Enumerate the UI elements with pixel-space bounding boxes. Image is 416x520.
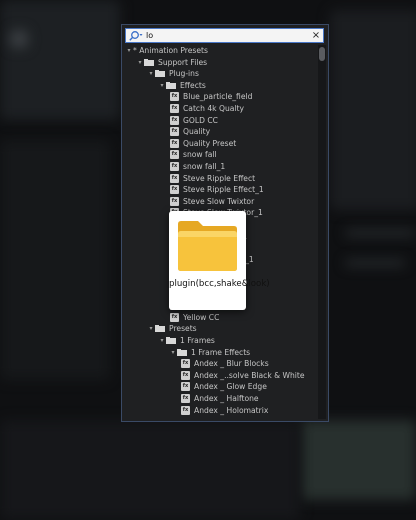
tree-folder[interactable]: ▾ Support Files (137, 57, 207, 68)
preset-item[interactable]: fx Catch 4k Qualty (170, 103, 244, 114)
effect-preset-icon: fx (170, 92, 179, 102)
preset-item[interactable]: fx snow fall (170, 149, 217, 160)
tree-item-label: Plug-ins (169, 69, 199, 79)
tree-item-label: Steve Ripple Effect_1 (183, 185, 264, 195)
tree-item-label: Steve Ripple Effect (183, 173, 256, 183)
tree-item-label: Support Files (158, 57, 208, 67)
preset-item[interactable]: fx GOLD CC (170, 115, 218, 126)
search-box: × (125, 28, 324, 43)
tree-folder[interactable]: ▾ 1 Frame Effects (170, 347, 250, 358)
background-timeline (0, 420, 300, 520)
preset-item[interactable]: fx Steve Slow Twixtor (170, 196, 254, 207)
tree-item-label: Yellow CC (183, 312, 220, 322)
folder-icon (155, 70, 165, 78)
tree-folder[interactable]: ▾ Effects (159, 80, 206, 91)
effect-preset-icon: fx (170, 138, 179, 148)
folder-icon (155, 325, 165, 333)
chevron-down-icon[interactable]: ▾ (148, 70, 154, 77)
tree-item-label: Andex _ Glow Edge (194, 382, 267, 392)
preset-item[interactable]: fx Quality Preset (170, 138, 236, 149)
chevron-down-icon[interactable]: ▾ (170, 349, 176, 356)
tree-item-label: Effects (180, 80, 206, 90)
effect-preset-icon: fx (170, 185, 179, 195)
tree-item-label: Presets (169, 324, 197, 334)
tree-folder[interactable]: ▾ Plug-ins (148, 68, 199, 79)
preset-item[interactable]: fx Andex _ Halftone (181, 393, 259, 404)
effect-preset-icon: fx (170, 173, 179, 183)
background-bar (345, 230, 415, 236)
folder-icon (166, 337, 176, 344)
preset-item[interactable]: fx Andex _..solve Black & White (181, 370, 305, 381)
tree-item-label: * Animation Presets (133, 46, 208, 55)
effect-preset-icon: fx (170, 150, 179, 160)
background-panel (330, 10, 416, 210)
vertical-scrollbar[interactable] (318, 45, 326, 419)
tree-item-label: Quality (183, 127, 211, 137)
tree-item-label: Andex _ Blur Blocks (194, 359, 269, 369)
effect-preset-icon: fx (170, 196, 179, 206)
tree-item-label: Andex _ Holomatrix (194, 405, 269, 415)
tree-item-label: Quality Preset (183, 138, 237, 148)
tree-item-label: GOLD CC (183, 115, 218, 125)
tree-folder[interactable]: ▾ 1 Frames (159, 335, 215, 346)
background-icon (10, 30, 28, 48)
tree-item-label: snow fall_1 (183, 162, 226, 171)
preset-item[interactable]: fx Quality (170, 126, 210, 137)
tree-folder[interactable]: ▾ * Animation Presets (126, 45, 208, 56)
folder-icon (144, 58, 154, 66)
chevron-down-icon[interactable]: ▾ (159, 82, 165, 89)
effect-preset-icon: fx (181, 370, 190, 380)
tree-item-label: Andex _..solve Black & White (194, 370, 305, 380)
folder-drag-preview: plugin(bcc,shake&look) (169, 211, 270, 310)
preset-item[interactable]: fx Andex _ Glow Edge (181, 381, 267, 392)
preset-item[interactable]: fx Yellow CC (170, 312, 219, 323)
tree-item-label: Blue_particle_field (183, 92, 253, 102)
preset-item[interactable]: fx Andex _ Blur Blocks (181, 358, 269, 369)
folder-name-label: plugin(bcc,shake&look) (169, 279, 270, 289)
tree-item-label: 1 Frame Effects (191, 347, 251, 357)
tree-folder[interactable]: ▾ Presets (148, 323, 197, 334)
effect-preset-icon: fx (181, 405, 190, 415)
preset-item[interactable]: fx Steve Ripple Effect_1 (170, 184, 264, 195)
background-panel (0, 140, 110, 380)
chevron-down-icon[interactable]: ▾ (148, 325, 154, 332)
clear-search-button[interactable]: × (310, 30, 322, 42)
background-panel (0, 0, 120, 120)
effect-preset-icon: fx (170, 127, 179, 137)
folder-icon (177, 348, 187, 356)
preset-item[interactable]: fx Blue_particle_field (170, 91, 252, 102)
preset-item[interactable]: fx Steve Ripple Effect (170, 173, 255, 184)
tree-item-label: Andex _ Halftone (194, 394, 259, 403)
preset-item[interactable]: fx snow fall_1 (170, 161, 225, 172)
background-panel (300, 420, 416, 500)
effect-preset-icon: fx (181, 394, 190, 403)
folder-icon (166, 81, 176, 89)
search-input[interactable] (144, 29, 310, 42)
chevron-down-icon[interactable]: ▾ (137, 59, 143, 66)
tree-item-label: Catch 4k Qualty (183, 104, 245, 113)
preset-item[interactable]: fx Andex _ Holomatrix (181, 405, 268, 416)
scrollbar-thumb[interactable] (319, 47, 325, 61)
chevron-down-icon[interactable]: ▾ (159, 337, 165, 344)
effect-preset-icon: fx (170, 115, 179, 125)
tree-item-label: Steve Slow Twixtor (183, 196, 255, 206)
tree-item-label: snow fall (183, 150, 217, 160)
tree-item-label: 1 Frames (180, 336, 215, 345)
effect-preset-icon: fx (181, 359, 190, 369)
effect-preset-icon: fx (170, 162, 179, 171)
chevron-down-icon[interactable]: ▾ (126, 47, 132, 54)
search-icon[interactable] (128, 29, 144, 42)
effect-preset-icon: fx (170, 312, 179, 322)
folder-icon (178, 221, 237, 271)
effect-preset-icon: fx (170, 104, 179, 113)
effect-preset-icon: fx (181, 382, 190, 392)
background-bar (345, 260, 405, 266)
